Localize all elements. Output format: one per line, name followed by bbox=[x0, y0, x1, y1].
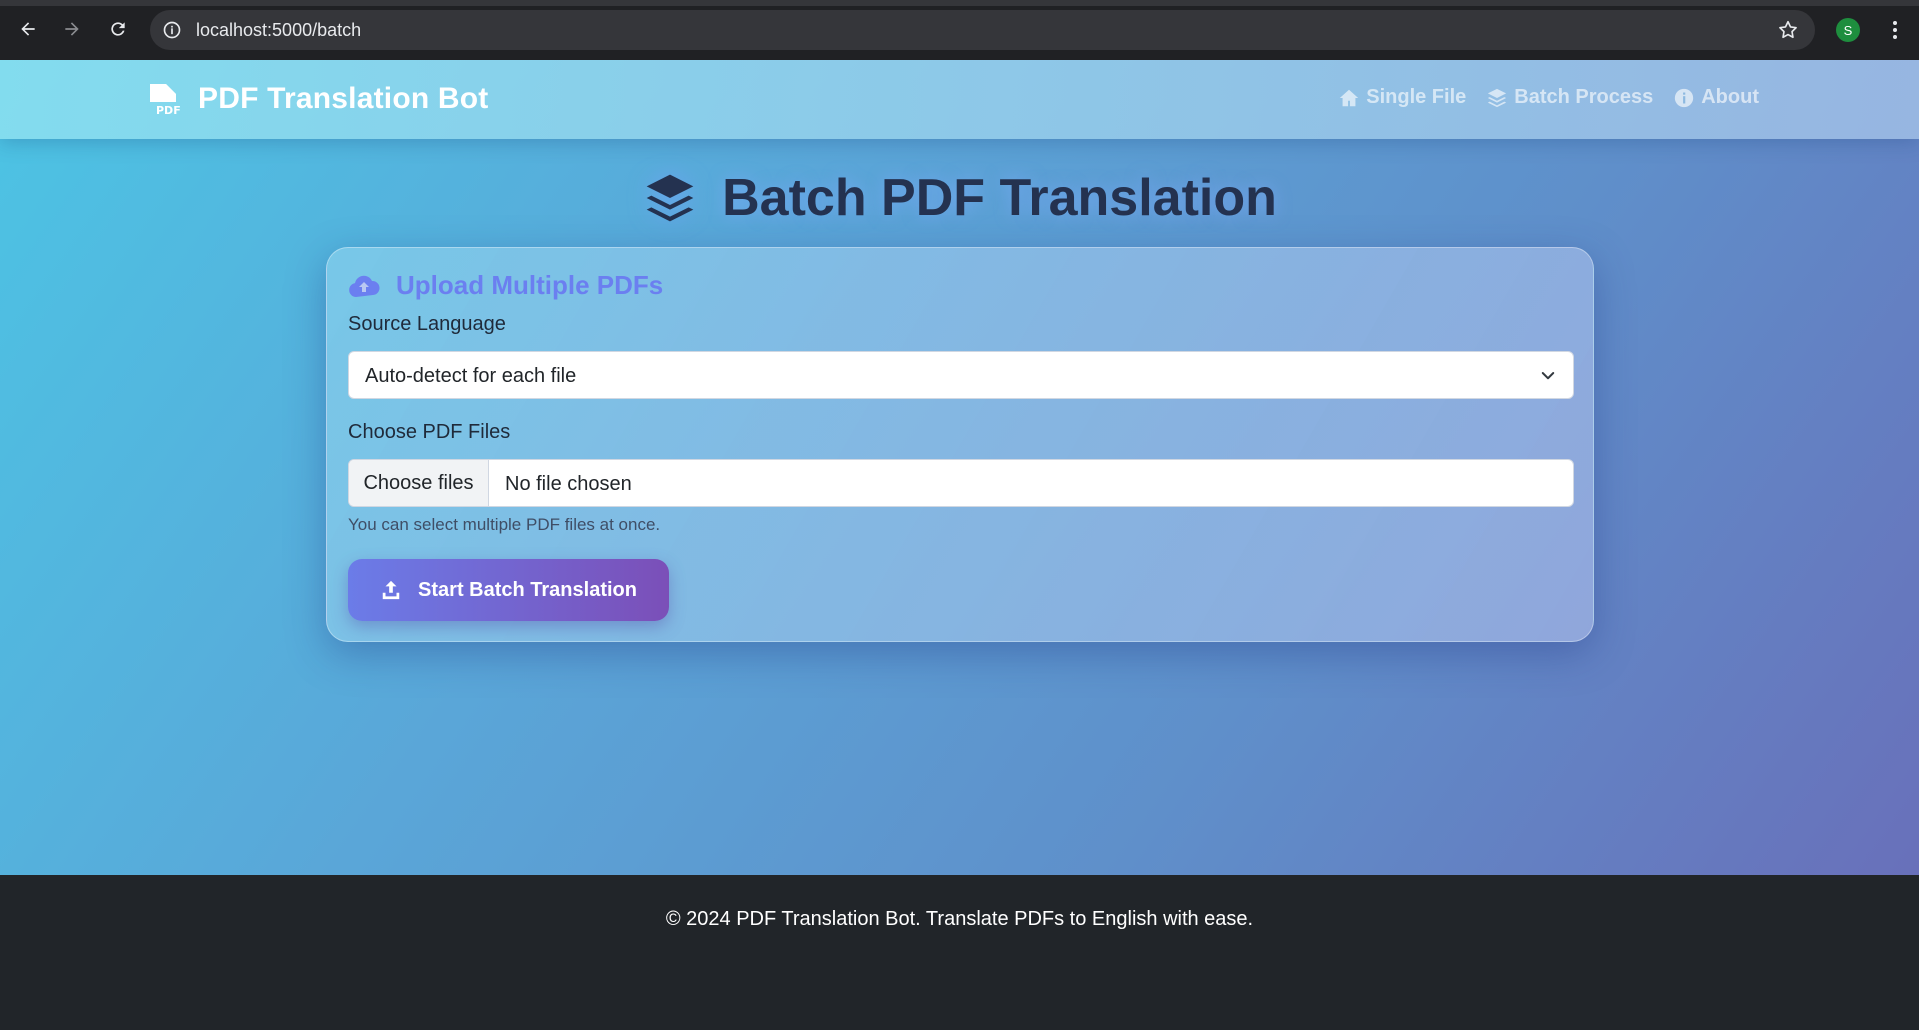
tab-strip bbox=[0, 0, 1919, 6]
nav-link-label: About bbox=[1701, 86, 1759, 108]
source-language-label: Source Language bbox=[348, 313, 506, 335]
start-batch-translation-button[interactable]: Start Batch Translation bbox=[348, 559, 669, 621]
info-icon bbox=[1675, 88, 1694, 107]
files-label: Choose PDF Files bbox=[348, 421, 511, 443]
layers-icon bbox=[646, 174, 694, 222]
kebab-menu-icon[interactable] bbox=[1883, 18, 1907, 42]
help-text: You can select multiple PDF files at onc… bbox=[348, 515, 661, 534]
nav-link-single-file[interactable]: Single File bbox=[1338, 86, 1466, 109]
brand-name: PDF Translation Bot bbox=[198, 82, 489, 115]
chevron-down-icon bbox=[1541, 372, 1555, 380]
footer-text: © 2024 PDF Translation Bot. Translate PD… bbox=[665, 908, 1254, 930]
layers-icon bbox=[1488, 88, 1507, 107]
nav-link-batch-process[interactable]: Batch Process bbox=[1486, 86, 1653, 109]
site-navbar: PDF PDF Translation Bot Single File Batc… bbox=[0, 60, 1919, 139]
nav-link-label: Batch Process bbox=[1514, 86, 1654, 108]
choose-files-button[interactable]: Choose files bbox=[349, 460, 489, 506]
reload-button[interactable] bbox=[104, 15, 132, 43]
file-input[interactable]: Choose files No file chosen bbox=[348, 459, 1574, 507]
page-body: PDF PDF Translation Bot Single File Batc… bbox=[0, 60, 1919, 1030]
nav-link-label: Single File bbox=[1366, 86, 1467, 108]
profile-avatar[interactable]: S bbox=[1836, 18, 1860, 42]
selected-option: Auto-detect for each file bbox=[365, 365, 577, 387]
site-info-icon[interactable] bbox=[162, 20, 182, 40]
nav-link-about[interactable]: About bbox=[1673, 86, 1759, 109]
card-title: Upload Multiple PDFs bbox=[396, 270, 664, 300]
upload-icon bbox=[382, 580, 400, 600]
nav-links: Single File Batch Process About bbox=[1318, 86, 1759, 109]
source-language-select[interactable]: Auto-detect for each file bbox=[348, 351, 1574, 399]
arrow-left-icon bbox=[21, 22, 35, 36]
address-bar[interactable]: localhost:5000/batch bbox=[150, 10, 1815, 50]
site-footer: © 2024 PDF Translation Bot. Translate PD… bbox=[0, 875, 1919, 1030]
file-pdf-icon: PDF bbox=[150, 84, 180, 116]
submit-label: Start Batch Translation bbox=[418, 578, 637, 601]
arrow-right-icon bbox=[65, 22, 79, 36]
url-text[interactable]: localhost:5000/batch bbox=[196, 20, 361, 40]
page-title: Batch PDF Translation bbox=[722, 169, 1277, 227]
home-icon bbox=[1340, 89, 1359, 106]
cloud-upload-icon bbox=[349, 275, 380, 297]
browser-toolbar: localhost:5000/batch S bbox=[0, 0, 1919, 60]
upload-card: Upload Multiple PDFs Source Language Aut… bbox=[326, 247, 1594, 642]
card-header: Upload Multiple PDFs bbox=[348, 270, 663, 301]
svg-text:PDF: PDF bbox=[156, 104, 180, 116]
file-status: No file chosen bbox=[505, 473, 632, 495]
page-heading: Batch PDF Translation bbox=[0, 168, 1919, 228]
bookmark-star-icon[interactable] bbox=[1777, 19, 1799, 41]
back-button[interactable] bbox=[14, 15, 42, 43]
brand-link[interactable]: PDF PDF Translation Bot bbox=[148, 82, 489, 116]
reload-icon bbox=[111, 22, 125, 36]
forward-button[interactable] bbox=[58, 15, 86, 43]
